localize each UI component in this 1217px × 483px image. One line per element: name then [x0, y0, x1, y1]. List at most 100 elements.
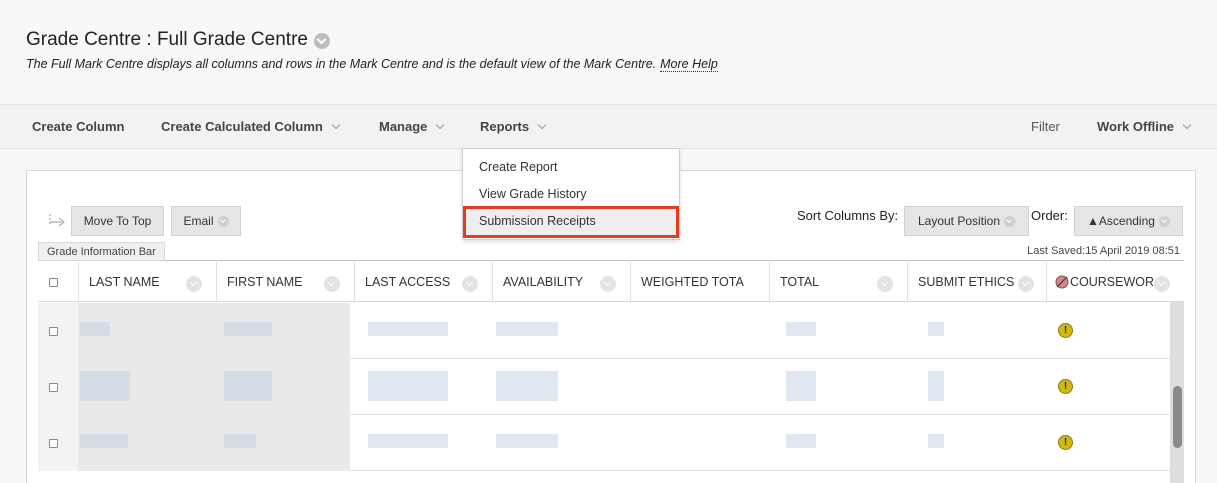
column-header-label: TOTAL — [780, 275, 820, 289]
row-checkbox[interactable] — [49, 327, 58, 336]
email-label: Email — [183, 214, 214, 228]
redacted-last-name — [80, 371, 130, 401]
excluded-column-icon — [1055, 275, 1069, 289]
column-header-last-access[interactable]: LAST ACCESS — [354, 262, 492, 302]
redacted-total — [786, 371, 816, 401]
create-calculated-column-label: Create Calculated Column — [161, 119, 323, 134]
table-row[interactable]: ! — [38, 415, 1170, 471]
move-to-top-arrow-icon — [49, 214, 65, 227]
redacted-first-name — [224, 371, 272, 401]
create-calculated-column-button[interactable]: Create Calculated Column — [161, 119, 341, 134]
work-offline-label: Work Offline — [1097, 119, 1175, 134]
more-help-link[interactable]: More Help — [660, 57, 718, 72]
redacted-submit-ethics — [928, 371, 944, 401]
student-name-cells — [78, 303, 350, 359]
order-select[interactable]: ▲Ascending — [1074, 206, 1183, 236]
needs-marking-icon[interactable]: ! — [1058, 435, 1073, 450]
row-checkbox-cell — [38, 415, 78, 471]
column-header-label: SUBMIT ETHICS — [918, 275, 1015, 289]
page-title-text: Grade Centre : Full Grade Centre — [26, 29, 308, 50]
table-row[interactable]: ! — [38, 303, 1170, 359]
student-name-cells — [78, 415, 350, 471]
redacted-total — [786, 322, 816, 336]
create-column-label: Create Column — [32, 119, 125, 134]
grade-grid: LAST NAME FIRST NAME LAST ACCESS AVAILAB… — [38, 262, 1184, 483]
redacted-last-name — [80, 434, 128, 448]
redacted-submit-ethics — [928, 434, 944, 448]
grade-information-bar: Grade Information Bar Last Saved:15 Apri… — [38, 242, 1184, 261]
chevron-down-icon — [217, 215, 229, 227]
filter-button[interactable]: Filter — [1031, 119, 1060, 134]
reports-dropdown-menu: Create Report View Grade History Submiss… — [462, 148, 680, 240]
column-menu-chevron-icon[interactable] — [462, 276, 478, 292]
redacted-availability — [496, 434, 558, 448]
work-offline-button[interactable]: Work Offline — [1097, 119, 1192, 134]
select-all-checkbox[interactable] — [49, 278, 58, 287]
last-saved-status: Last Saved:15 April 2019 08:51 — [1027, 245, 1180, 257]
column-header-coursework[interactable]: COURSEWOR — [1046, 262, 1184, 302]
column-header-label: LAST NAME — [89, 275, 160, 289]
filter-label: Filter — [1031, 119, 1060, 134]
column-header-label: AVAILABILITY — [503, 275, 584, 289]
table-row[interactable]: ! — [38, 359, 1170, 415]
redacted-total — [786, 434, 816, 448]
column-menu-chevron-icon[interactable] — [324, 276, 340, 292]
order-value: ▲Ascending — [1087, 214, 1155, 228]
action-bar: Create Column Create Calculated Column M… — [0, 104, 1217, 149]
column-header-label: WEIGHTED TOTA — [641, 275, 744, 289]
redacted-last-name — [80, 322, 110, 336]
menu-item-submission-receipts-highlight[interactable]: Submission Receipts — [463, 206, 679, 238]
column-header-availability[interactable]: AVAILABILITY — [492, 262, 630, 302]
manage-label: Manage — [379, 119, 428, 134]
row-checkbox[interactable] — [49, 383, 58, 392]
column-header-first-name[interactable]: FIRST NAME — [216, 262, 354, 302]
manage-menu-button[interactable]: Manage — [379, 119, 445, 134]
page-description: The Full Mark Centre displays all column… — [26, 57, 718, 72]
redacted-availability — [496, 371, 558, 401]
needs-marking-icon[interactable]: ! — [1058, 323, 1073, 338]
needs-marking-icon[interactable]: ! — [1058, 379, 1073, 394]
redacted-availability — [496, 322, 558, 336]
row-checkbox[interactable] — [49, 439, 58, 448]
scrollbar-thumb[interactable] — [1173, 386, 1182, 448]
sort-columns-select[interactable]: Layout Position — [904, 206, 1029, 236]
menu-item-view-grade-history[interactable]: View Grade History — [479, 187, 586, 201]
page-description-text: The Full Mark Centre displays all column… — [26, 57, 657, 71]
page-header: Grade Centre : Full Grade Centre The Ful… — [0, 0, 1217, 104]
row-checkbox-cell — [38, 303, 78, 359]
column-menu-chevron-icon[interactable] — [186, 276, 202, 292]
chevron-down-icon — [1004, 215, 1016, 227]
reports-menu-button[interactable]: Reports — [480, 119, 547, 134]
title-chevron-down-icon[interactable] — [313, 33, 330, 49]
redacted-last-access — [368, 434, 448, 448]
column-header-weighted-total[interactable]: WEIGHTED TOTA — [630, 262, 769, 302]
column-header-last-name[interactable]: LAST NAME — [78, 262, 216, 302]
column-menu-chevron-icon[interactable] — [877, 276, 893, 292]
grade-information-bar-tab[interactable]: Grade Information Bar — [38, 242, 165, 261]
grade-information-bar-label: Grade Information Bar — [47, 245, 156, 258]
sort-columns-by-label: Sort Columns By: — [797, 208, 899, 223]
menu-item-submission-receipts[interactable]: Submission Receipts — [479, 214, 596, 228]
chevron-down-icon — [1158, 215, 1170, 227]
column-menu-chevron-icon[interactable] — [600, 276, 616, 292]
sort-columns-value: Layout Position — [917, 214, 1001, 228]
student-name-cells — [78, 359, 350, 415]
email-menu-button[interactable]: Email — [171, 206, 241, 236]
redacted-first-name — [224, 322, 272, 336]
redacted-last-access — [368, 322, 448, 336]
chevron-down-icon — [331, 120, 341, 129]
grid-vertical-scrollbar[interactable] — [1170, 302, 1184, 483]
column-header-submit-ethics[interactable]: SUBMIT ETHICS — [907, 262, 1046, 302]
move-to-top-button[interactable]: Move To Top — [71, 206, 164, 236]
column-menu-chevron-icon[interactable] — [1154, 276, 1170, 292]
column-header-total[interactable]: TOTAL — [769, 262, 907, 302]
row-checkbox-cell — [38, 359, 78, 415]
column-menu-chevron-icon[interactable] — [1018, 276, 1034, 292]
page-title: Grade Centre : Full Grade Centre — [26, 29, 330, 51]
chevron-down-icon — [436, 120, 445, 129]
menu-item-create-report[interactable]: Create Report — [479, 160, 558, 174]
create-column-button[interactable]: Create Column — [32, 119, 124, 134]
column-header-label: LAST ACCESS — [365, 275, 451, 289]
reports-label: Reports — [480, 119, 530, 134]
move-to-top-label: Move To Top — [83, 214, 152, 228]
